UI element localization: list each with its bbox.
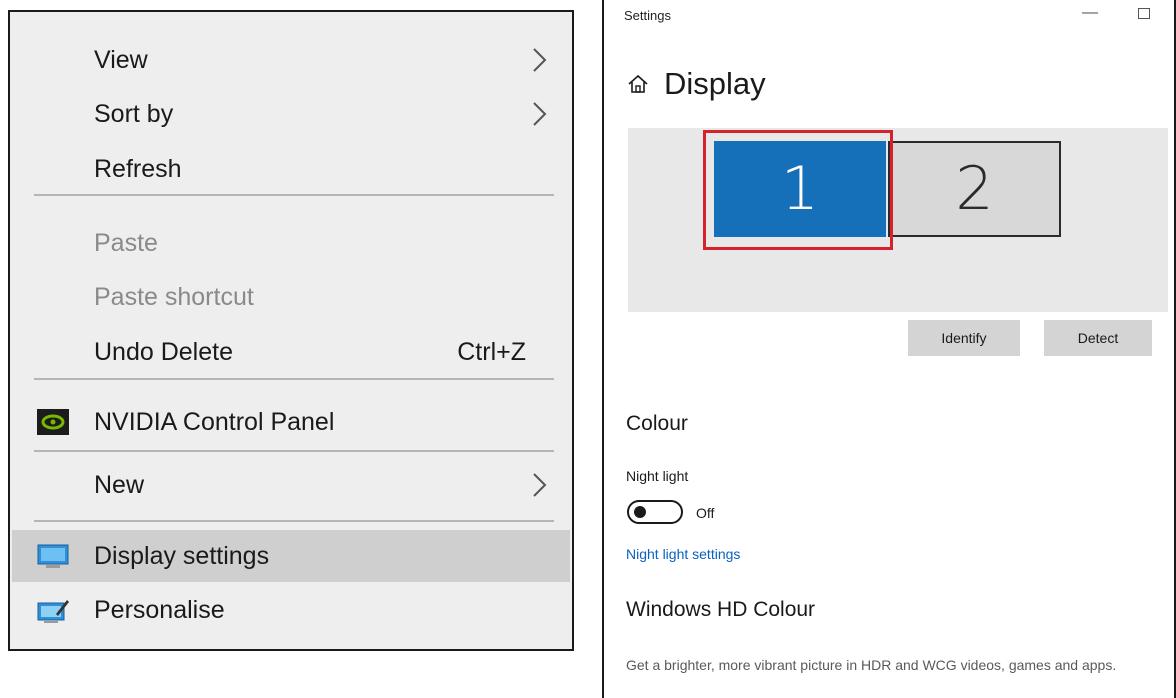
menu-item-personalise[interactable]: Personalise xyxy=(12,584,570,636)
monitor-selection-outline xyxy=(703,130,893,250)
desktop-context-menu: View Sort by Refresh Paste Paste shortcu… xyxy=(8,10,574,651)
night-light-settings-link[interactable]: Night light settings xyxy=(626,546,740,562)
night-light-state: Off xyxy=(696,505,715,521)
chevron-right-icon xyxy=(533,102,547,126)
menu-separator xyxy=(34,194,554,196)
menu-item-nvidia-control-panel[interactable]: NVIDIA Control Panel xyxy=(12,396,570,448)
shortcut-label: Ctrl+Z xyxy=(457,337,526,366)
menu-item-refresh[interactable]: Refresh xyxy=(12,143,570,195)
hd-colour-description: Get a brighter, more vibrant picture in … xyxy=(626,657,1117,673)
monitor-2-tile[interactable]: 2 xyxy=(888,141,1061,237)
menu-item-label: Undo Delete xyxy=(94,337,233,366)
colour-heading: Colour xyxy=(626,412,688,435)
menu-separator xyxy=(34,378,554,380)
menu-item-new[interactable]: New xyxy=(12,459,570,511)
monitor-number: 2 xyxy=(955,154,994,224)
menu-item-label: NVIDIA Control Panel xyxy=(94,407,335,436)
menu-item-paste: Paste xyxy=(12,217,570,269)
menu-item-label: Sort by xyxy=(94,99,174,128)
chevron-right-icon xyxy=(533,48,547,72)
display-icon xyxy=(37,544,69,568)
maximize-icon[interactable] xyxy=(1138,8,1150,19)
page-title: Display xyxy=(664,66,766,101)
menu-item-paste-shortcut: Paste shortcut xyxy=(12,271,570,323)
menu-separator xyxy=(34,520,554,522)
night-light-label: Night light xyxy=(626,468,689,484)
nvidia-icon xyxy=(37,409,69,435)
identify-button[interactable]: Identify xyxy=(908,320,1020,356)
menu-item-label: Refresh xyxy=(94,154,182,183)
menu-item-label: Paste xyxy=(94,228,158,257)
menu-item-undo-delete[interactable]: Undo Delete Ctrl+Z xyxy=(12,326,570,378)
minimize-icon[interactable]: — xyxy=(1082,4,1098,22)
hd-colour-heading: Windows HD Colour xyxy=(626,598,816,621)
chevron-right-icon xyxy=(533,473,547,497)
detect-button[interactable]: Detect xyxy=(1044,320,1152,356)
menu-item-label: Paste shortcut xyxy=(94,282,254,311)
menu-item-display-settings[interactable]: Display settings xyxy=(12,530,570,582)
toggle-knob xyxy=(634,506,646,518)
menu-item-sort-by[interactable]: Sort by xyxy=(12,88,570,140)
menu-item-label: New xyxy=(94,470,145,499)
page-header: Display xyxy=(626,66,766,102)
menu-item-label: Personalise xyxy=(94,595,225,624)
home-icon[interactable] xyxy=(626,72,650,96)
menu-item-label: Display settings xyxy=(94,541,270,570)
night-light-toggle[interactable] xyxy=(627,500,683,524)
menu-item-view[interactable]: View xyxy=(12,34,570,86)
window-title: Settings xyxy=(624,8,671,23)
menu-separator xyxy=(34,450,554,452)
personalise-icon xyxy=(37,600,69,623)
menu-item-label: View xyxy=(94,45,148,74)
